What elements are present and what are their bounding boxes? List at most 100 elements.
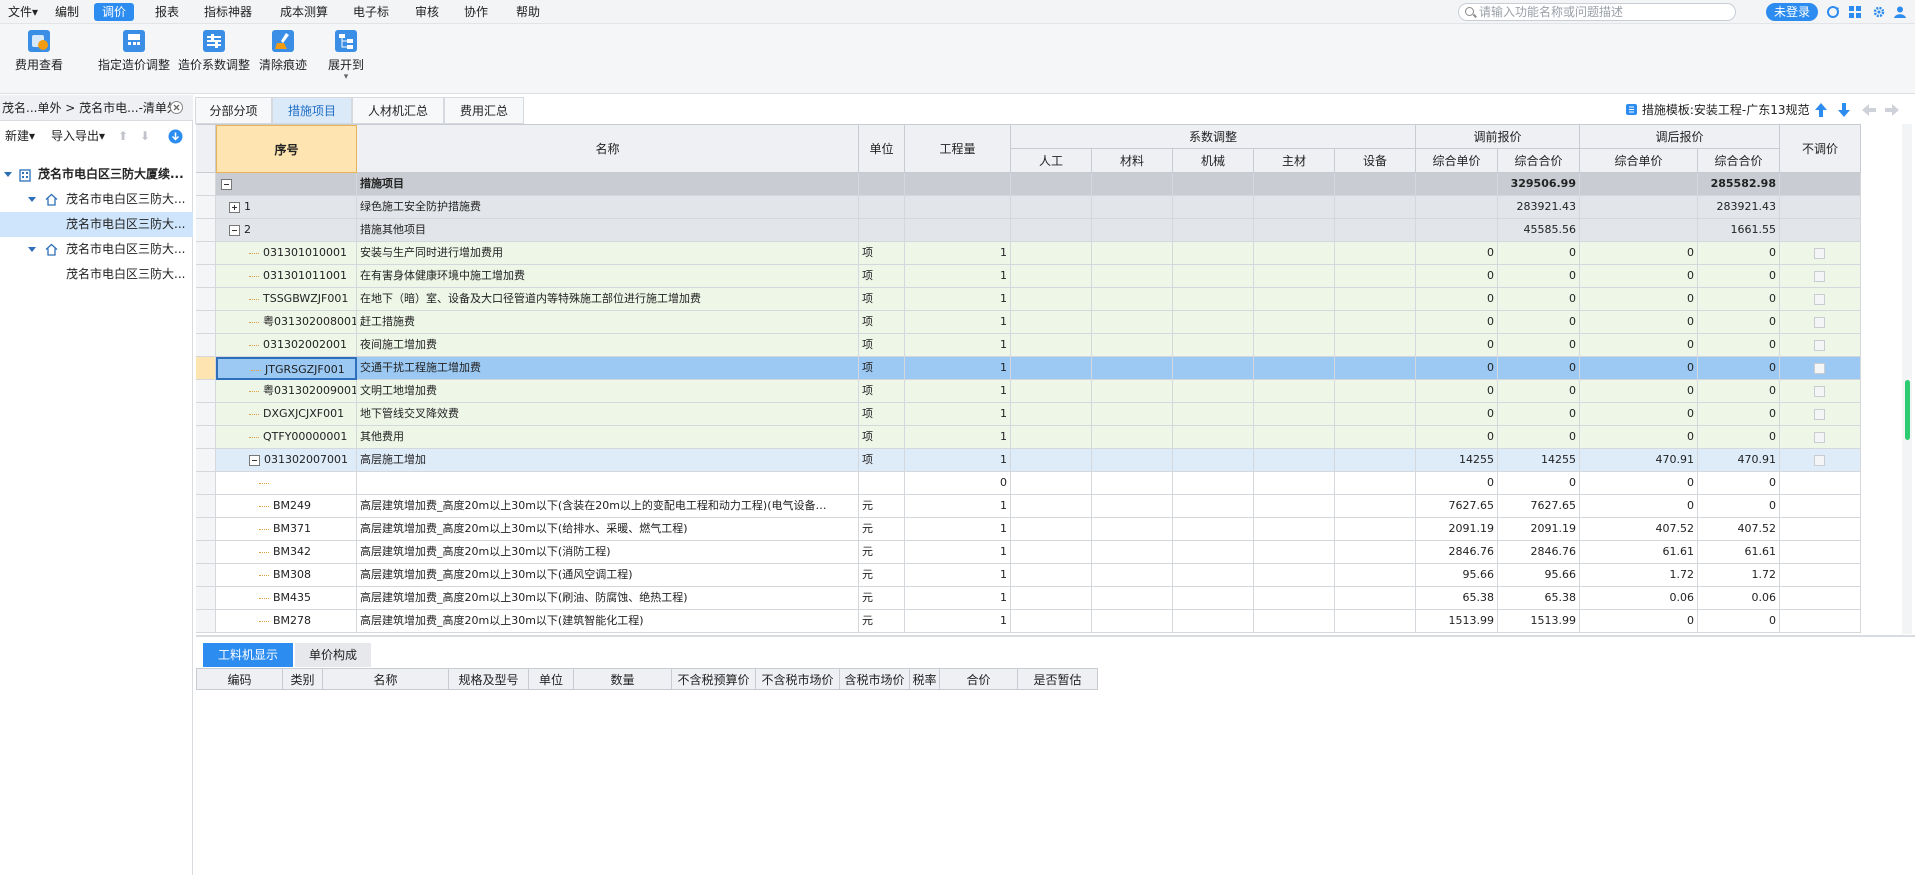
cell-equipment[interactable] [1335, 219, 1416, 242]
cell-qty[interactable]: 1 [905, 449, 1011, 472]
move-down-icon[interactable]: ⬇ [140, 123, 150, 149]
cell-labor[interactable] [1011, 288, 1092, 311]
cell-before-total-price[interactable]: 1513.99 [1498, 610, 1580, 633]
cell-before-total-price[interactable]: 7627.65 [1498, 495, 1580, 518]
cell-before-unit-price[interactable] [1416, 196, 1498, 219]
cell-equipment[interactable] [1335, 311, 1416, 334]
cell-machine[interactable] [1173, 311, 1254, 334]
cell-before-unit-price[interactable]: 0 [1416, 265, 1498, 288]
expand-triangle-icon[interactable] [28, 247, 36, 252]
cell-after-total-price[interactable]: 407.52 [1698, 518, 1780, 541]
cell-qty[interactable]: 1 [905, 265, 1011, 288]
cell-qty[interactable]: 1 [905, 495, 1011, 518]
no-adjust-checkbox[interactable] [1814, 294, 1825, 305]
cell-equipment[interactable] [1335, 357, 1416, 380]
cell-before-total-price[interactable]: 14255 [1498, 449, 1580, 472]
cell-before-total-price[interactable]: 0 [1498, 472, 1580, 495]
cell-machine[interactable] [1173, 173, 1254, 196]
cell-after-unit-price[interactable]: 470.91 [1580, 449, 1698, 472]
cell-unit[interactable]: 项 [859, 357, 905, 380]
cell-seq[interactable]: 粤031302008001 [216, 311, 357, 334]
cell-before-total-price[interactable]: 0 [1498, 403, 1580, 426]
cell-name[interactable]: 高层建筑增加费_高度20m以上30m以下(建筑智能化工程) [357, 610, 859, 633]
arrow-up-icon[interactable] [1814, 102, 1828, 118]
cell-after-total-price[interactable]: 0 [1698, 288, 1780, 311]
cell-after-total-price[interactable]: 61.61 [1698, 541, 1780, 564]
arrow-left-icon[interactable] [1861, 103, 1877, 117]
cell-after-total-price[interactable]: 1661.55 [1698, 219, 1780, 242]
cell-labor[interactable] [1011, 449, 1092, 472]
cell-labor[interactable] [1011, 403, 1092, 426]
cell-no-adjust[interactable] [1780, 219, 1861, 242]
cell-after-unit-price[interactable]: 61.61 [1580, 541, 1698, 564]
cell-after-total-price[interactable]: 0.06 [1698, 587, 1780, 610]
cell-after-unit-price[interactable]: 0 [1580, 403, 1698, 426]
cell-material[interactable] [1092, 564, 1173, 587]
col-tax-rate[interactable]: 税率 [910, 668, 940, 690]
cell-equipment[interactable] [1335, 564, 1416, 587]
cell-labor[interactable] [1011, 173, 1092, 196]
cell-before-total-price[interactable]: 329506.99 [1498, 173, 1580, 196]
cell-no-adjust[interactable] [1780, 196, 1861, 219]
cell-before-total-price[interactable]: 0 [1498, 265, 1580, 288]
cell-unit[interactable]: 项 [859, 288, 905, 311]
cell-main-material[interactable] [1254, 380, 1335, 403]
no-adjust-checkbox[interactable] [1814, 432, 1825, 443]
cell-material[interactable] [1092, 426, 1173, 449]
cell-labor[interactable] [1011, 196, 1092, 219]
cell-material[interactable] [1092, 449, 1173, 472]
cell-machine[interactable] [1173, 265, 1254, 288]
expand-triangle-icon[interactable] [28, 197, 36, 202]
cell-no-adjust[interactable] [1780, 472, 1861, 495]
cell-equipment[interactable] [1335, 472, 1416, 495]
cell-main-material[interactable] [1254, 472, 1335, 495]
move-up-icon[interactable]: ⬆ [118, 123, 128, 149]
cell-before-unit-price[interactable]: 0 [1416, 426, 1498, 449]
cell-unit[interactable] [859, 173, 905, 196]
cell-name[interactable]: 措施项目 [357, 173, 859, 196]
cell-seq[interactable]: BM342 [216, 541, 357, 564]
cell-labor[interactable] [1011, 610, 1092, 633]
cell-before-unit-price[interactable]: 0 [1416, 357, 1498, 380]
cell-unit[interactable] [859, 472, 905, 495]
cell-seq[interactable]: BM308 [216, 564, 357, 587]
cell-after-total-price[interactable]: 0 [1698, 334, 1780, 357]
cell-main-material[interactable] [1254, 173, 1335, 196]
cell-qty[interactable]: 1 [905, 518, 1011, 541]
cell-machine[interactable] [1173, 518, 1254, 541]
download-icon[interactable] [168, 129, 183, 144]
cell-no-adjust[interactable] [1780, 426, 1861, 449]
cell-before-unit-price[interactable]: 0 [1416, 403, 1498, 426]
cell-before-total-price[interactable]: 2846.76 [1498, 541, 1580, 564]
cell-after-unit-price[interactable]: 407.52 [1580, 518, 1698, 541]
cell-qty[interactable]: 1 [905, 288, 1011, 311]
cell-before-unit-price[interactable]: 2846.76 [1416, 541, 1498, 564]
cell-main-material[interactable] [1254, 196, 1335, 219]
cell-machine[interactable] [1173, 380, 1254, 403]
expand-triangle-icon[interactable] [4, 172, 12, 177]
cell-labor[interactable] [1011, 334, 1092, 357]
menu-edit[interactable]: 编制 [47, 3, 87, 21]
tab-fee-summary[interactable]: 费用汇总 [444, 97, 524, 124]
cell-before-unit-price[interactable]: 7627.65 [1416, 495, 1498, 518]
cell-material[interactable] [1092, 196, 1173, 219]
tree-node-unit[interactable]: 茂名市电白区三防大... [0, 237, 193, 262]
cell-unit[interactable]: 项 [859, 426, 905, 449]
cell-unit[interactable]: 元 [859, 518, 905, 541]
cell-name[interactable]: 地下管线交叉降效费 [357, 403, 859, 426]
cell-labor[interactable] [1011, 242, 1092, 265]
no-adjust-checkbox[interactable] [1814, 248, 1825, 259]
cell-after-unit-price[interactable] [1580, 219, 1698, 242]
cell-qty[interactable]: 1 [905, 380, 1011, 403]
cell-before-total-price[interactable]: 0 [1498, 357, 1580, 380]
cell-material[interactable] [1092, 242, 1173, 265]
cell-before-total-price[interactable]: 0 [1498, 426, 1580, 449]
cell-equipment[interactable] [1335, 334, 1416, 357]
cell-labor[interactable] [1011, 219, 1092, 242]
cell-after-total-price[interactable]: 0 [1698, 610, 1780, 633]
cell-name[interactable]: 在地下（暗）室、设备及大口径管道内等特殊施工部位进行施工增加费 [357, 288, 859, 311]
col-header-equipment[interactable]: 设备 [1335, 149, 1416, 173]
cell-equipment[interactable] [1335, 495, 1416, 518]
cell-qty[interactable]: 1 [905, 541, 1011, 564]
grid-apps-icon[interactable] [1848, 5, 1862, 19]
